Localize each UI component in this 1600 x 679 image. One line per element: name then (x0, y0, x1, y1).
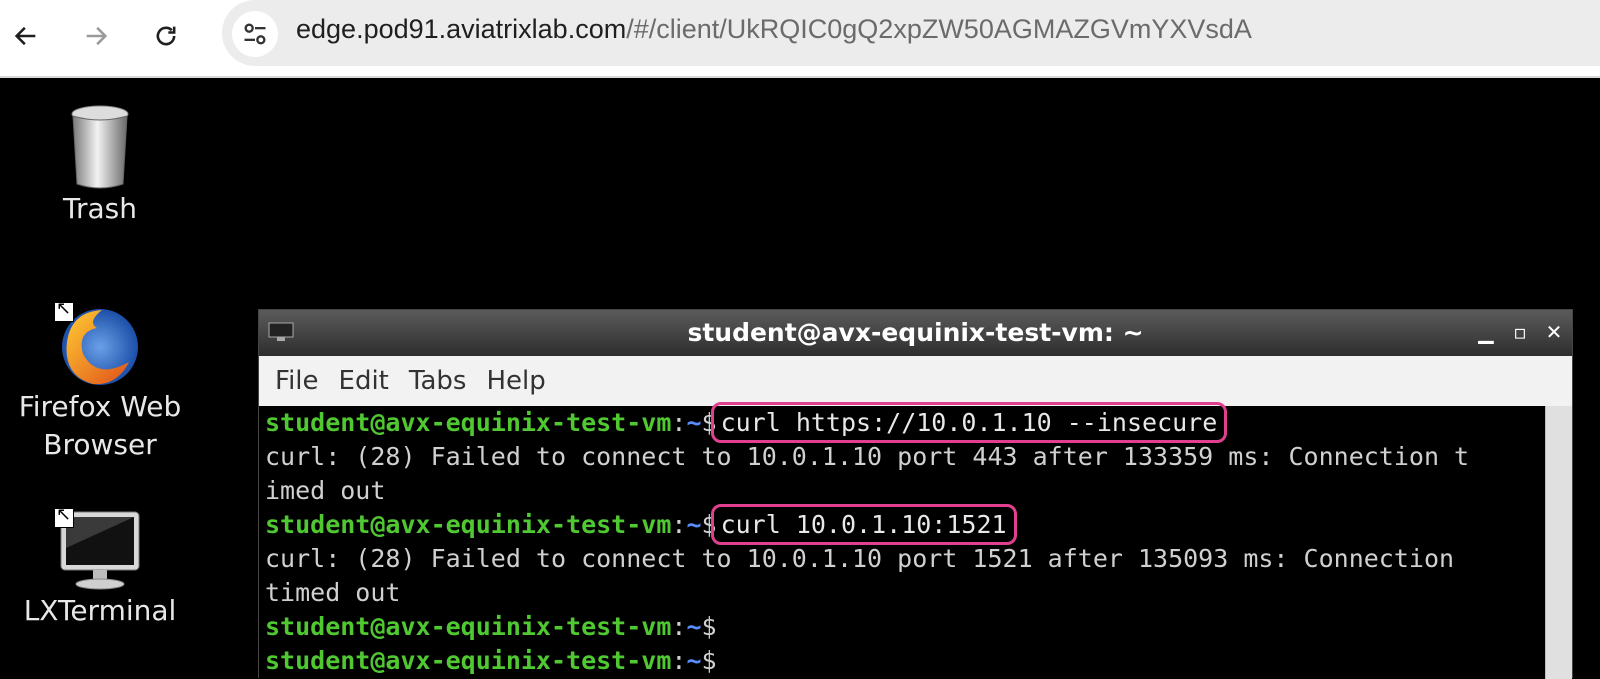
terminal-prompt-line: student@avx-equinix-test-vm:~$ (265, 610, 1547, 644)
desktop-icon-label: Trash (63, 192, 137, 225)
prompt-separator: : (671, 510, 687, 539)
prompt-separator: : (671, 408, 687, 437)
desktop-icon-label: Firefox Web Browser (18, 390, 182, 461)
prompt-path: ~ (686, 612, 702, 641)
window-title: student@avx-equinix-test-vm: ~ (687, 318, 1144, 347)
terminal-prompt-line: student@avx-equinix-test-vm:~$ (265, 644, 1547, 678)
forward-button[interactable] (74, 14, 118, 58)
terminal-scrollbar[interactable] (1545, 406, 1572, 679)
prompt-path: ~ (686, 510, 702, 539)
menu-tabs[interactable]: Tabs (409, 366, 467, 396)
close-icon[interactable]: ✕ (1544, 320, 1564, 344)
highlighted-command: curl 10.0.1.10:1521 (710, 504, 1017, 545)
terminal-menubar: File Edit Tabs Help (259, 356, 1572, 407)
highlighted-command: curl https://10.0.1.10 --insecure (710, 402, 1228, 443)
window-controls: ▁ ▫ ✕ (1476, 320, 1564, 344)
output-text: imed out (265, 476, 386, 505)
address-bar[interactable]: edge.pod91.aviatrixlab.com/#/client/UkRQ… (222, 0, 1600, 66)
url-text[interactable]: edge.pod91.aviatrixlab.com/#/client/UkRQ… (296, 14, 1252, 45)
prompt-dollar: $ (701, 646, 717, 675)
prompt-user: student@avx-equinix-test-vm (265, 646, 672, 675)
window-titlebar[interactable]: student@avx-equinix-test-vm: ~ ▁ ▫ ✕ (259, 310, 1572, 357)
desktop-icon-label: LXTerminal (23, 594, 177, 627)
minimize-icon[interactable]: ▁ (1476, 320, 1496, 344)
maximize-icon[interactable]: ▫ (1510, 320, 1530, 344)
prompt-separator: : (671, 612, 687, 641)
desktop-icon-lxterminal[interactable]: LXTerminal (0, 504, 200, 630)
remote-desktop: Trash Firefox Web Browser LXTerminal stu… (0, 78, 1600, 679)
url-host: edge.pod91.aviatrixlab.com (296, 14, 627, 44)
back-button[interactable] (4, 14, 48, 58)
menu-edit[interactable]: Edit (339, 366, 389, 396)
desktop-icon-trash[interactable]: Trash (0, 104, 200, 228)
prompt-user: student@avx-equinix-test-vm (265, 612, 672, 641)
menu-help[interactable]: Help (486, 366, 545, 396)
terminal-output-line: curl: (28) Failed to connect to 10.0.1.1… (265, 440, 1547, 474)
prompt-separator: : (671, 646, 687, 675)
reload-icon (156, 26, 176, 46)
terminal-output[interactable]: student@avx-equinix-test-vm:~$ curl https… (259, 402, 1547, 679)
trash-icon (71, 105, 129, 189)
output-text: curl: (28) Failed to connect to 10.0.1.1… (265, 544, 1455, 573)
prompt-user: student@avx-equinix-test-vm (265, 408, 672, 437)
prompt-path: ~ (686, 646, 702, 675)
output-text: timed out (265, 578, 401, 607)
terminal-output-line: imed out (265, 474, 1547, 508)
terminal-window[interactable]: student@avx-equinix-test-vm: ~ ▁ ▫ ✕ Fil… (258, 309, 1573, 679)
back-arrow-icon (14, 26, 36, 46)
shortcut-arrow-icon (54, 504, 74, 528)
prompt-dollar: $ (701, 408, 717, 437)
output-text: curl: (28) Failed to connect to 10.0.1.1… (265, 442, 1470, 471)
url-path: /#/client/UkRQIC0gQ2xpZW50AGMAZGVmYXVsdA (626, 14, 1252, 44)
reload-button[interactable] (144, 14, 188, 58)
shortcut-arrow-icon (54, 298, 74, 322)
prompt-user: student@avx-equinix-test-vm (265, 510, 672, 539)
terminal-output-line: timed out (265, 576, 1547, 610)
site-info-button[interactable] (232, 11, 278, 57)
prompt-dollar: $ (701, 510, 717, 539)
prompt-path: ~ (686, 408, 702, 437)
prompt-dollar: $ (701, 612, 717, 641)
browser-toolbar: edge.pod91.aviatrixlab.com/#/client/UkRQ… (0, 0, 1600, 78)
tune-icon (244, 23, 266, 45)
desktop-icon-firefox[interactable]: Firefox Web Browser (0, 298, 200, 464)
menu-file[interactable]: File (275, 366, 319, 396)
terminal-prompt-line: student@avx-equinix-test-vm:~$ curl 10.0.… (265, 504, 1547, 545)
terminal-prompt-line: student@avx-equinix-test-vm:~$ curl https… (265, 402, 1547, 443)
terminal-output-line: curl: (28) Failed to connect to 10.0.1.1… (265, 542, 1547, 576)
forward-arrow-icon (86, 26, 108, 46)
